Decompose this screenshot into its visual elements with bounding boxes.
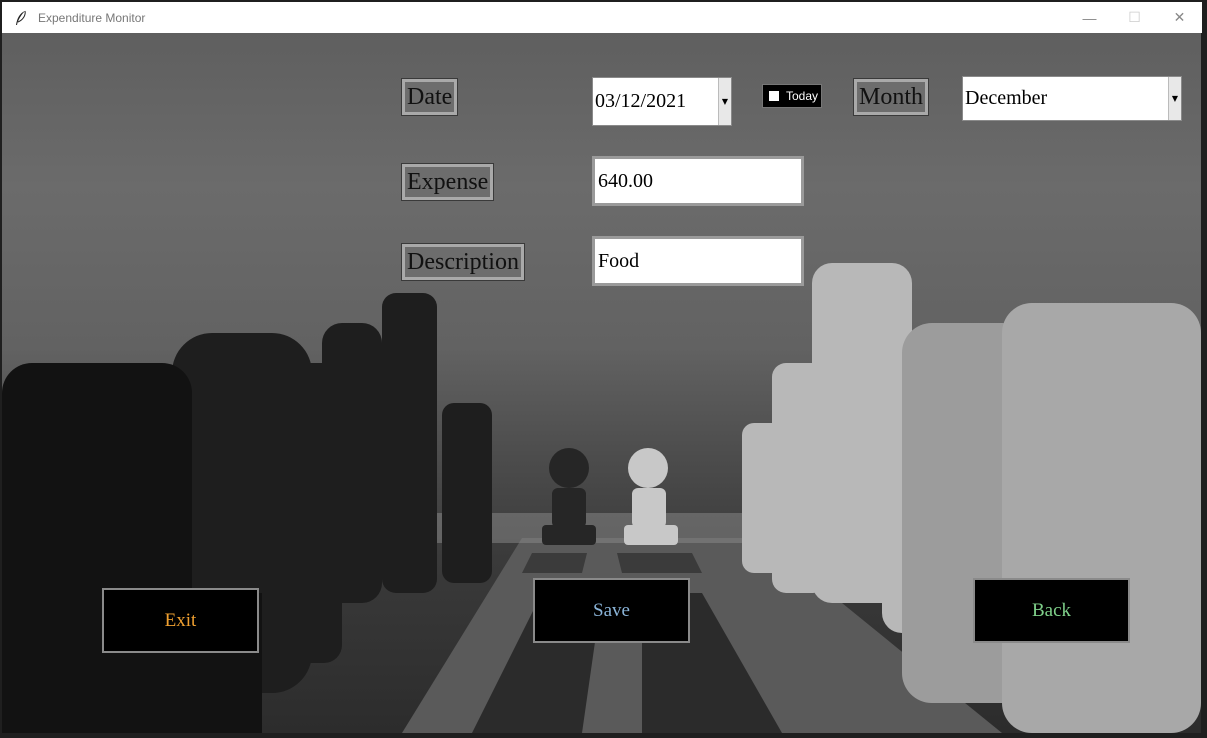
expense-input[interactable]: 640.00: [592, 156, 804, 206]
feather-icon: [16, 10, 26, 25]
exit-button[interactable]: Exit: [102, 588, 259, 653]
today-label: Today: [786, 89, 819, 103]
save-button[interactable]: Save: [533, 578, 690, 643]
close-button[interactable]: ✕: [1157, 2, 1202, 33]
maximize-button[interactable]: ☐: [1112, 2, 1157, 33]
main-canvas: Date 03/12/2021 ▼ Today Month December ▼…: [2, 33, 1201, 733]
expense-label: Expense: [400, 163, 495, 201]
title-bar: Expenditure Monitor — ☐ ✕: [2, 2, 1202, 33]
checkbox-box[interactable]: [768, 90, 780, 102]
month-label: Month: [852, 78, 930, 116]
chevron-down-icon[interactable]: ▼: [718, 78, 731, 125]
minimize-button[interactable]: —: [1067, 2, 1112, 33]
app-window: Expenditure Monitor — ☐ ✕ Date 03/12/202…: [0, 0, 1207, 738]
back-button[interactable]: Back: [973, 578, 1130, 643]
month-value: December: [965, 87, 1048, 109]
window-title: Expenditure Monitor: [38, 10, 146, 25]
today-checkbox[interactable]: Today: [762, 84, 822, 108]
description-label: Description: [401, 243, 525, 281]
date-label: Date: [400, 78, 459, 116]
month-select[interactable]: December ▼: [962, 76, 1182, 121]
chevron-down-icon[interactable]: ▼: [1168, 77, 1181, 120]
date-value: 03/12/2021: [595, 90, 687, 112]
description-input[interactable]: Food: [592, 236, 804, 286]
date-picker[interactable]: 03/12/2021 ▼: [592, 77, 732, 126]
